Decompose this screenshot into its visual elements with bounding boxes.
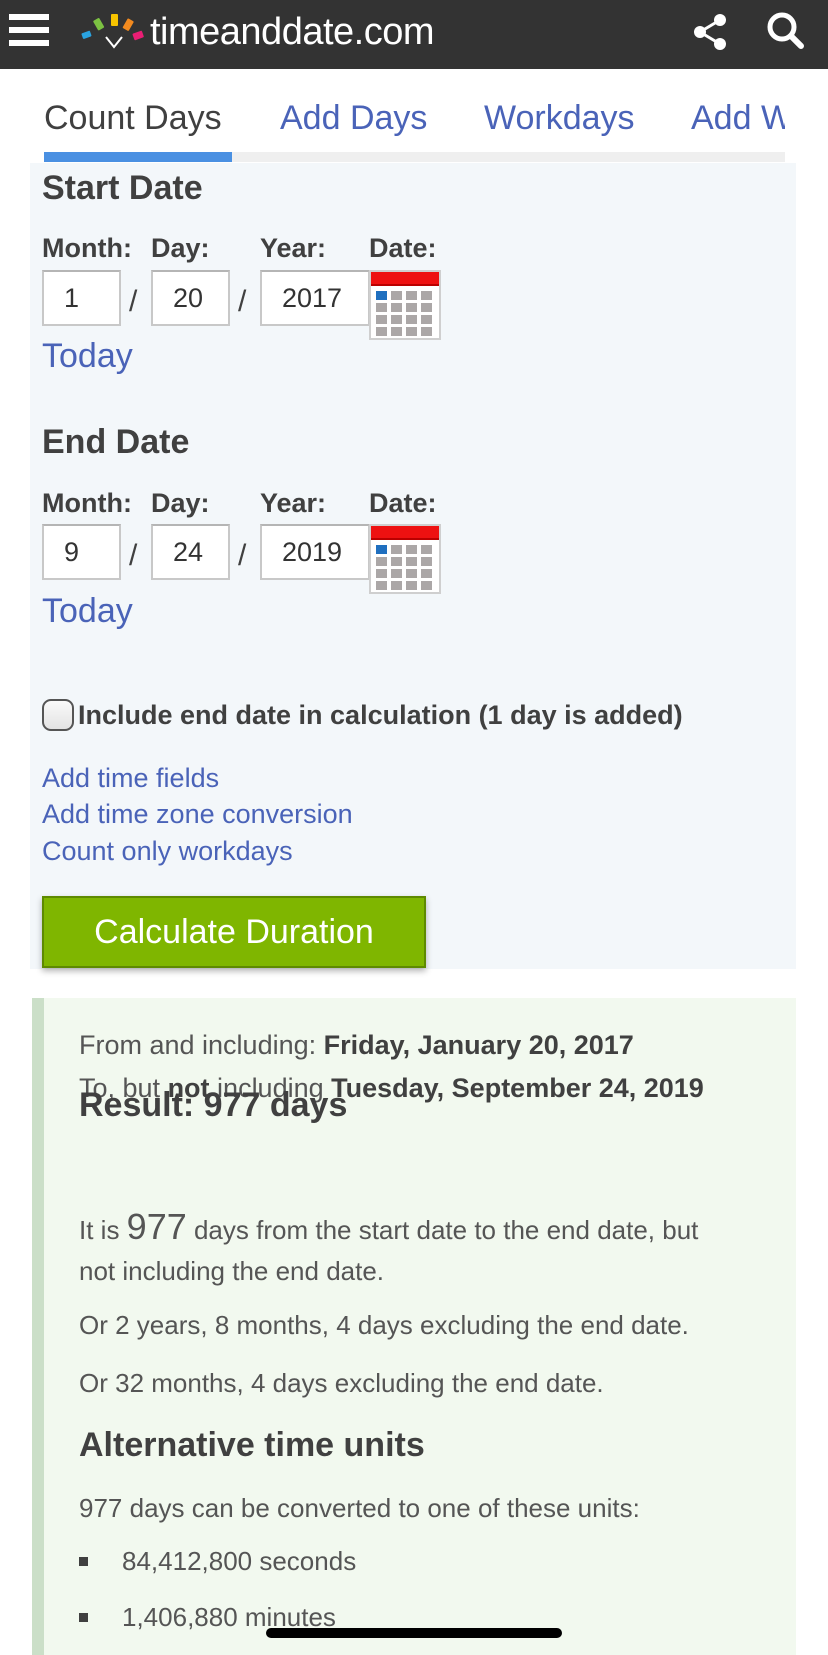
bullet-icon <box>79 1613 88 1622</box>
end-day-input[interactable]: 24 <box>151 524 230 580</box>
site-logo[interactable]: timeanddate.com <box>78 8 435 56</box>
result-paragraph-1: It is 977 days from the start date to th… <box>79 1206 698 1248</box>
calendar-header <box>371 272 439 286</box>
search-icon[interactable] <box>764 10 808 54</box>
unit-list-item: 84,412,800 seconds <box>69 1546 356 1577</box>
top-navigation-bar: timeanddate.com <box>0 0 828 69</box>
result-months-days: Or 32 months, 4 days excluding the end d… <box>79 1368 604 1398</box>
include-end-date-row: Include end date in calculation (1 day i… <box>42 699 683 731</box>
menu-bar <box>9 40 49 46</box>
calendar-header <box>371 526 439 540</box>
calculate-duration-button[interactable]: Calculate Duration <box>42 896 426 968</box>
start-day-label: Day: <box>151 233 210 263</box>
date-separator: / <box>129 285 138 318</box>
result-years-months-days: Or 2 years, 8 months, 4 days excluding t… <box>79 1310 689 1340</box>
tab-add-workdays[interactable]: Add Workdays <box>691 99 785 138</box>
alternative-units-intro: 977 days can be converted to one of thes… <box>79 1493 640 1523</box>
menu-bar <box>9 27 49 33</box>
from-date-line: From and including: Friday, January 20, … <box>79 1030 634 1061</box>
result-panel: From and including: Friday, January 20, … <box>32 998 796 1655</box>
alternative-units-heading: Alternative time units <box>79 1426 425 1464</box>
tab-add-days[interactable]: Add Days <box>280 99 427 138</box>
tab-count-days[interactable]: Count Days <box>44 99 222 138</box>
site-name: timeanddate.com <box>150 10 435 53</box>
start-date-title: Start Date <box>42 169 203 207</box>
unit-value: 84,412,800 seconds <box>122 1546 357 1576</box>
para-text: days from the start date to the end date… <box>186 1215 699 1245</box>
tab-strip: Count Days Add Days Workdays Add Workday… <box>0 69 785 163</box>
end-month-input[interactable]: 9 <box>42 524 121 580</box>
from-date: Friday, January 20, 2017 <box>323 1030 634 1060</box>
end-month-label: Month: <box>42 488 132 518</box>
calendar-grid <box>376 545 436 591</box>
end-year-label: Year: <box>260 488 327 518</box>
add-time-fields-link[interactable]: Add time fields <box>42 763 219 794</box>
end-today-link[interactable]: Today <box>42 592 133 631</box>
start-date-label: Date: <box>369 233 437 263</box>
result-heading: Result: 977 days <box>79 1086 348 1124</box>
start-month-input[interactable]: 1 <box>42 270 121 326</box>
start-year-input[interactable]: 2017 <box>260 270 370 326</box>
active-tab-indicator <box>44 152 232 162</box>
start-calendar-picker-icon[interactable] <box>369 270 441 340</box>
end-day-label: Day: <box>151 488 210 518</box>
add-time-zone-conversion-link[interactable]: Add time zone conversion <box>42 799 353 830</box>
tab-workdays[interactable]: Workdays <box>484 99 635 138</box>
hamburger-menu-icon[interactable] <box>9 14 51 46</box>
home-indicator[interactable] <box>266 1628 562 1638</box>
from-prefix: From and including: <box>79 1030 324 1060</box>
start-month-label: Month: <box>42 233 132 263</box>
para-text: It is <box>79 1215 127 1245</box>
menu-bar <box>9 14 49 20</box>
bullet-icon <box>79 1557 88 1566</box>
include-end-date-checkbox[interactable] <box>42 699 74 731</box>
to-date: Tuesday, September 24, 2019 <box>331 1073 704 1103</box>
logo-clock-icon <box>81 14 144 49</box>
start-today-link[interactable]: Today <box>42 337 133 376</box>
count-only-workdays-link[interactable]: Count only workdays <box>42 836 293 867</box>
calculator-tabs: Count Days Add Days Workdays Add Workday… <box>0 69 828 163</box>
calendar-grid <box>376 291 436 337</box>
date-separator: / <box>238 285 247 318</box>
date-separator: / <box>129 539 138 572</box>
include-end-date-label[interactable]: Include end date in calculation (1 day i… <box>78 700 683 731</box>
end-date-label: Date: <box>369 488 437 518</box>
start-year-label: Year: <box>260 233 327 263</box>
result-days-number: 977 <box>126 1206 187 1247</box>
end-date-title: End Date <box>42 423 190 461</box>
start-day-input[interactable]: 20 <box>151 270 230 326</box>
end-calendar-picker-icon[interactable] <box>369 524 441 594</box>
date-separator: / <box>238 539 247 572</box>
date-form: Start Date Month: Day: Year: Date: 1 / 2… <box>30 163 796 969</box>
end-year-input[interactable]: 2019 <box>260 524 370 580</box>
result-paragraph-1-cont: not including the end date. <box>79 1256 385 1286</box>
share-icon[interactable] <box>688 10 732 54</box>
